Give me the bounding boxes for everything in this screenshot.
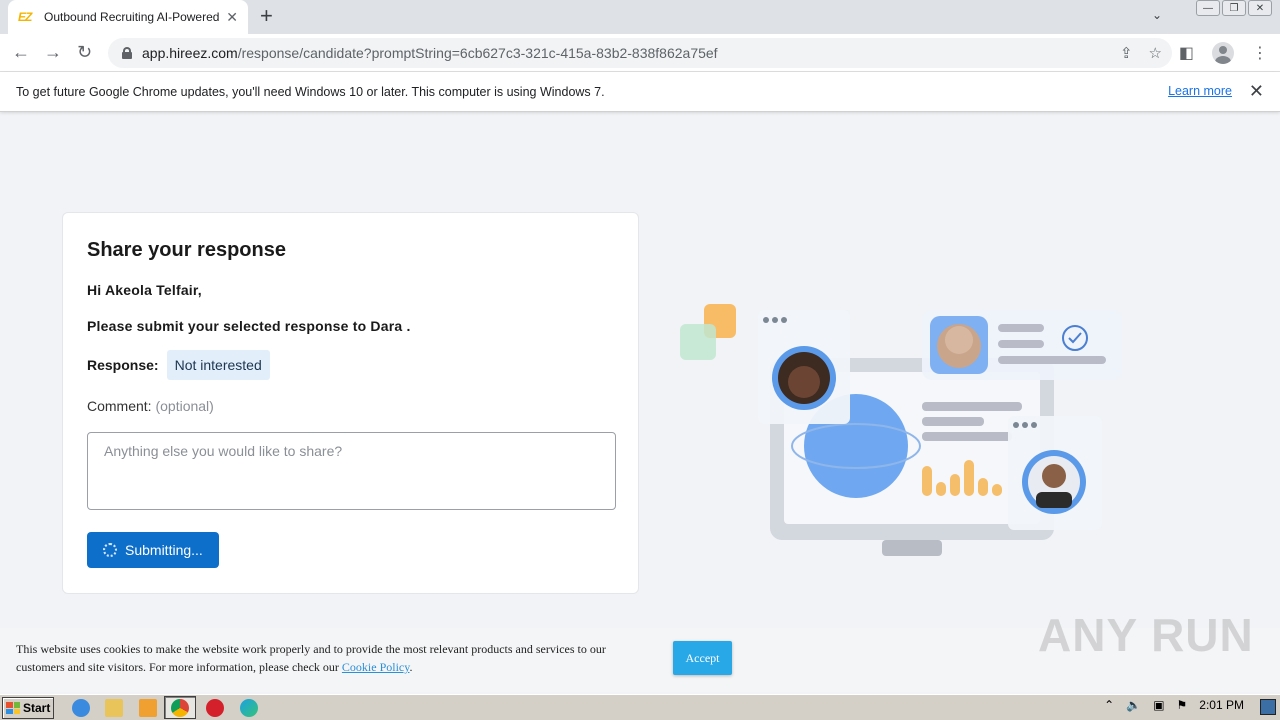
clock[interactable]: 2:01 PM	[1199, 698, 1244, 712]
submit-button[interactable]: Submitting...	[87, 532, 219, 568]
lock-icon[interactable]	[122, 47, 132, 59]
response-value-chip: Not interested	[166, 350, 270, 380]
tray-expand-icon[interactable]: ⌃	[1104, 698, 1114, 712]
cookie-message: This website uses cookies to make the we…	[16, 642, 606, 674]
windows-logo-icon	[6, 702, 20, 714]
window-controls: — ❐ ✕	[1196, 0, 1272, 16]
network-icon[interactable]: ▣	[1153, 698, 1164, 712]
back-arrow-icon[interactable]: ←	[12, 42, 30, 62]
learn-more-link[interactable]: Learn more	[1168, 84, 1232, 98]
cookie-policy-link[interactable]: Cookie Policy	[342, 660, 410, 674]
chrome-update-infobar: To get future Google Chrome updates, you…	[0, 72, 1280, 112]
close-icon[interactable]: ✕	[1249, 81, 1264, 102]
response-row: Response: Not interested	[87, 350, 614, 380]
browser-tabstrip: EZ Outbound Recruiting AI-Powered Platfo…	[0, 0, 1280, 34]
opera-icon[interactable]	[206, 699, 224, 717]
chrome-icon	[171, 699, 189, 717]
tab-close-icon[interactable]: ✕	[226, 9, 238, 26]
volume-icon[interactable]: 🔈	[1126, 698, 1141, 712]
menu-kebab-icon[interactable]: ⋮	[1252, 43, 1268, 63]
side-panel-icon[interactable]: ◧	[1179, 43, 1194, 63]
minimize-button[interactable]: —	[1196, 0, 1220, 16]
green-square-shape	[680, 324, 716, 360]
windows-taskbar: Start ⌃ 🔈 ▣ ⚑ 2:01 PM	[0, 694, 1280, 720]
hireez-favicon-icon: EZ	[18, 10, 32, 24]
profile-avatar-icon[interactable]	[1212, 42, 1234, 64]
response-card: Share your response Hi Akeola Telfair, P…	[62, 212, 639, 594]
media-player-icon[interactable]	[139, 699, 157, 717]
restore-button[interactable]: ❐	[1222, 0, 1246, 16]
tab-search-chevron-icon[interactable]: ⌄	[1152, 8, 1162, 22]
reload-icon[interactable]: ↻	[77, 42, 92, 62]
start-button[interactable]: Start	[2, 697, 54, 719]
url-text: app.hireez.com/response/candidate?prompt…	[142, 45, 718, 61]
browser-toolbar: ← → ↻ app.hireez.com/response/candidate?…	[0, 34, 1280, 72]
anyrun-watermark: ANY RUN	[1038, 609, 1254, 661]
address-bar[interactable]: app.hireez.com/response/candidate?prompt…	[108, 38, 1172, 68]
submit-label: Submitting...	[125, 542, 203, 558]
response-label: Response:	[87, 357, 159, 373]
optional-hint: (optional)	[155, 398, 214, 414]
browser-tab[interactable]: EZ Outbound Recruiting AI-Powered Platfo…	[8, 0, 248, 34]
greeting-text: Hi Akeola Telfair,	[87, 282, 202, 298]
internet-explorer-icon[interactable]	[72, 699, 90, 717]
recruiting-illustration	[680, 304, 1122, 556]
infobar-message: To get future Google Chrome updates, you…	[16, 84, 605, 99]
instruction-text: Please submit your selected response to …	[87, 318, 411, 334]
action-center-flag-icon[interactable]: ⚑	[1177, 698, 1188, 712]
bookmark-star-icon[interactable]: ☆	[1149, 44, 1162, 62]
file-explorer-icon[interactable]	[105, 699, 123, 717]
share-icon[interactable]: ⇪	[1120, 44, 1133, 62]
tab-title: Outbound Recruiting AI-Powered Platform …	[44, 10, 220, 24]
page-title: Share your response	[87, 239, 286, 261]
new-tab-button[interactable]: +	[260, 4, 273, 28]
monitor-stand	[882, 540, 942, 556]
spinner-icon	[103, 543, 117, 557]
forward-arrow-icon[interactable]: →	[44, 42, 62, 62]
edge-icon[interactable]	[240, 699, 258, 717]
close-window-button[interactable]: ✕	[1248, 0, 1272, 16]
comment-textarea[interactable]	[87, 432, 616, 510]
show-desktop-button[interactable]	[1260, 699, 1276, 715]
system-tray: ⌃ 🔈 ▣ ⚑ 2:01 PM	[1104, 698, 1244, 712]
accept-cookies-button[interactable]: Accept	[673, 641, 732, 675]
comment-label: Comment: (optional)	[87, 398, 214, 414]
